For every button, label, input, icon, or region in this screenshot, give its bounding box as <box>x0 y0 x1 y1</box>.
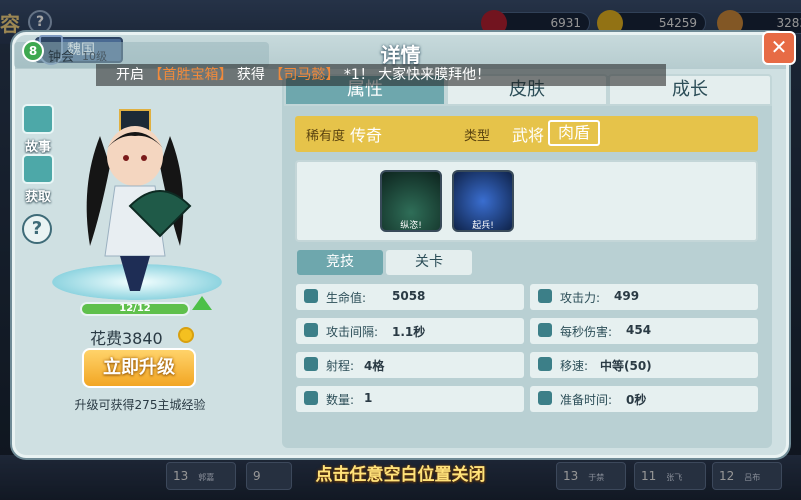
stat-count: 数量: 1 <box>296 386 524 412</box>
story-button[interactable]: 故事 <box>18 104 58 155</box>
game-screen: 容 ? 6931 54259 3283 13郭嘉 9 13于禁 11张飞 12吕… <box>0 0 801 500</box>
close-hint: 点击任意空白位置关闭 <box>315 465 486 485</box>
upgrade-note: 升级可获得275主城经验 <box>74 398 206 412</box>
type-value: 武将 <box>512 126 545 145</box>
rarity-label: 稀有度 <box>306 129 346 144</box>
hero-portrait <box>86 109 192 291</box>
story-label: 故事 <box>24 140 51 155</box>
stat-label: 数量: <box>326 393 355 407</box>
stat-value: 5058 <box>392 289 426 303</box>
stat-interval: 攻击间隔: 1.1秒 <box>296 318 524 344</box>
stat-label: 射程: <box>326 359 355 373</box>
subtab-arena[interactable]: 竞技 <box>297 250 383 275</box>
stat-label: 准备时间: <box>560 393 613 407</box>
type-label: 类型 <box>464 129 491 144</box>
skill-name: 起兵! <box>472 221 494 231</box>
stat-value: 499 <box>614 289 640 303</box>
stat-value: 4格 <box>364 359 385 373</box>
skill-box <box>295 160 758 242</box>
stat-value: 1.1秒 <box>392 325 426 339</box>
close-button[interactable]: ✕ <box>762 31 796 65</box>
marquee-suffix: *1！ 大家快来膜拜他！ <box>343 67 491 83</box>
marquee-reward: 【司马懿】 <box>269 67 340 83</box>
gold-coin-icon <box>178 327 194 343</box>
obtain-label: 获取 <box>24 190 51 205</box>
stat-attack: 攻击力: 499 <box>530 284 758 310</box>
stat-range: 射程: 4格 <box>296 352 524 378</box>
marquee-item: 【首胜宝箱】 <box>148 67 233 83</box>
stat-label: 攻击间隔: <box>326 325 379 339</box>
subtab-stage[interactable]: 关卡 <box>386 250 472 275</box>
stat-value: 0秒 <box>626 393 647 407</box>
stat-value: 454 <box>626 323 652 337</box>
stat-label: 每秒伤害: <box>560 325 613 339</box>
heart-icon <box>304 289 318 303</box>
interval-icon <box>304 323 318 337</box>
stat-speed: 移速: 中等(50) <box>530 352 758 378</box>
marquee-middle: 获得 <box>236 67 265 83</box>
hero-name: 钟会 <box>48 50 75 65</box>
upgrade-cost: 花费3840 <box>90 329 163 348</box>
rarity-value: 传奇 <box>350 126 383 145</box>
skill-name: 纵恣! <box>400 221 422 231</box>
speed-icon <box>538 357 552 371</box>
broadcast-marquee: 开启 【首胜宝箱】 获得 【司马懿】 *1！ 大家快来膜拜他！ <box>96 64 666 86</box>
stat-value: 1 <box>364 391 373 405</box>
stat-dps: 每秒伤害: 454 <box>530 318 758 344</box>
obtain-button[interactable]: 获取 <box>18 154 58 205</box>
book-icon <box>22 104 54 134</box>
hero-help-button[interactable]: ? <box>22 214 52 244</box>
clock-icon <box>538 391 552 405</box>
role-tag: 肉盾 <box>548 120 600 146</box>
stat-label: 生命值: <box>326 291 367 305</box>
xp-text: 12/12 <box>119 303 151 314</box>
upgrade-button[interactable]: 立即升级 <box>82 348 196 388</box>
range-icon <box>304 357 318 371</box>
lightning-icon <box>538 323 552 337</box>
stat-label: 攻击力: <box>560 291 601 305</box>
stat-label: 移速: <box>560 359 589 373</box>
cards-icon <box>22 154 54 184</box>
count-icon <box>304 391 318 405</box>
hero-star-badge: 8 <box>22 40 44 62</box>
stat-prep-time: 准备时间: 0秒 <box>530 386 758 412</box>
marquee-prefix: 开启 <box>116 67 144 83</box>
level-up-arrow-icon <box>192 296 212 310</box>
stat-hp: 生命值: 5058 <box>296 284 524 310</box>
hero-level: 10级 <box>82 50 107 63</box>
sword-icon <box>538 289 552 303</box>
stat-value: 中等(50) <box>600 359 652 373</box>
